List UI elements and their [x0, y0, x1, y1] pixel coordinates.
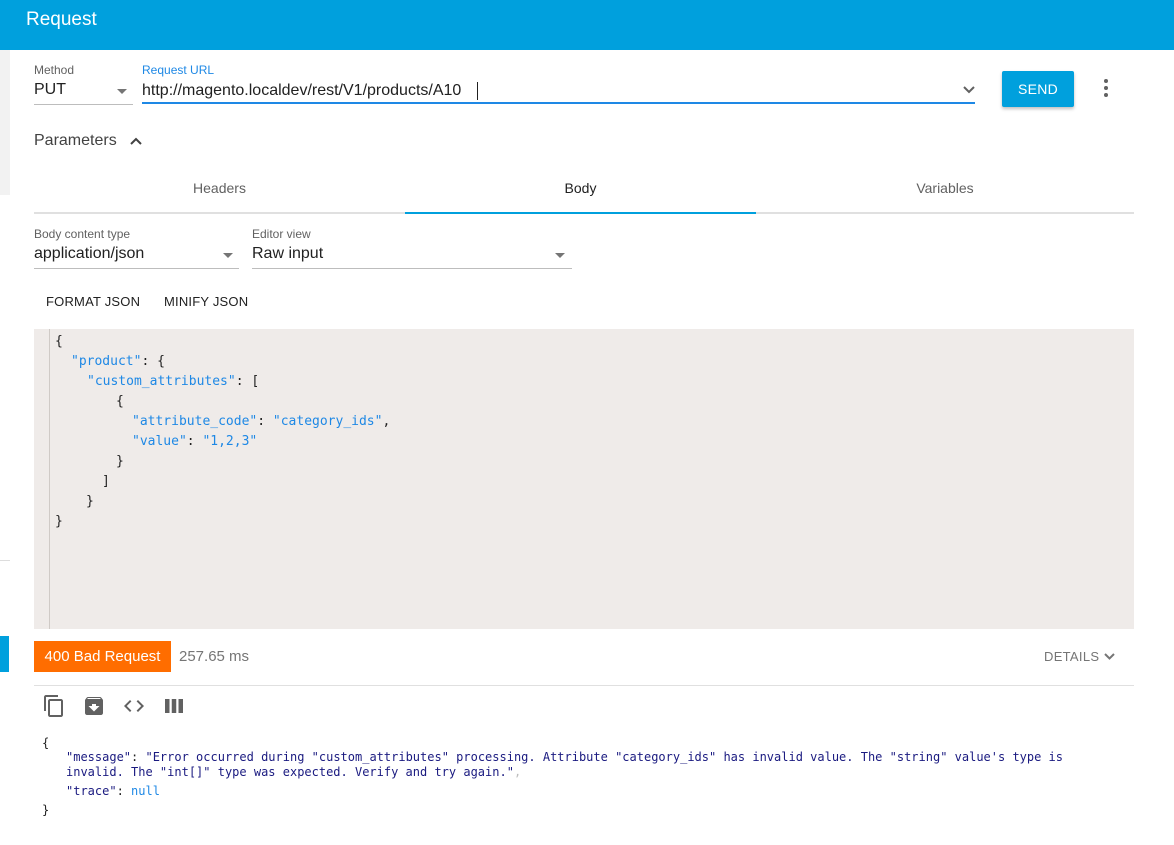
code-icon[interactable]	[122, 694, 146, 718]
triangle-down-icon[interactable]	[555, 253, 565, 258]
left-rail-divider	[0, 560, 10, 561]
details-button[interactable]: DETAILS	[1044, 649, 1099, 664]
response-line: }	[42, 803, 50, 817]
more-vert-icon[interactable]	[1100, 79, 1112, 99]
response-line: {	[42, 736, 50, 750]
chevron-down-icon[interactable]	[962, 85, 976, 95]
copy-icon[interactable]	[42, 694, 66, 718]
code-line: {	[55, 334, 63, 349]
send-button[interactable]: SEND	[1002, 71, 1074, 107]
method-select-value[interactable]: PUT	[34, 81, 66, 99]
editor-view-select[interactable]: Raw input	[252, 245, 323, 263]
left-rail-accent	[0, 636, 9, 672]
url-input[interactable]	[142, 80, 952, 102]
format-json-button[interactable]: FORMAT JSON	[46, 294, 140, 309]
columns-icon[interactable]	[162, 694, 186, 718]
tab-headers[interactable]: Headers	[34, 180, 405, 196]
code-line: "product": {	[71, 354, 165, 369]
left-rail	[0, 50, 10, 195]
response-line: "message": "Error occurred during "custo…	[66, 750, 1064, 764]
code-line: }	[55, 514, 63, 529]
minify-json-button[interactable]: MINIFY JSON	[164, 294, 248, 309]
text-caret	[477, 82, 478, 100]
tab-body[interactable]: Body	[405, 180, 756, 196]
tab-variables[interactable]: Variables	[756, 180, 1134, 196]
response-line: invalid. The "int[]" type was expected. …	[66, 765, 522, 779]
chevron-up-icon[interactable]	[129, 136, 143, 146]
body-content-type-underline	[34, 268, 239, 269]
body-content-type-select[interactable]: application/json	[34, 245, 144, 263]
url-input-underline	[142, 102, 975, 104]
code-line: "value": "1,2,3"	[132, 434, 258, 449]
active-tab-indicator	[405, 212, 756, 214]
code-line: "custom_attributes": [	[87, 374, 260, 389]
chevron-down-icon[interactable]	[1103, 652, 1116, 661]
triangle-down-icon[interactable]	[117, 89, 127, 94]
code-line: ]	[102, 474, 110, 489]
editor-gutter	[49, 329, 50, 629]
triangle-down-icon[interactable]	[223, 253, 233, 258]
code-line: }	[116, 454, 124, 469]
method-label: Method	[34, 63, 75, 77]
app-bar-title: Request	[26, 9, 97, 30]
status-badge: 400 Bad Request	[34, 641, 171, 672]
editor-view-underline	[252, 268, 572, 269]
code-line: {	[116, 394, 124, 409]
app-bar: Request	[0, 0, 1174, 50]
response-divider	[34, 685, 1134, 686]
response-time: 257.65 ms	[179, 648, 250, 665]
response-line: "trace": null	[66, 784, 160, 798]
method-select-underline	[34, 104, 133, 105]
code-line: "attribute_code": "category_ids",	[132, 414, 391, 429]
url-label: Request URL	[142, 63, 215, 77]
editor-view-label: Editor view	[252, 227, 311, 241]
save-icon[interactable]	[82, 694, 106, 718]
code-line: }	[86, 494, 94, 509]
parameters-title[interactable]: Parameters	[34, 132, 117, 150]
body-content-type-label: Body content type	[34, 227, 131, 241]
